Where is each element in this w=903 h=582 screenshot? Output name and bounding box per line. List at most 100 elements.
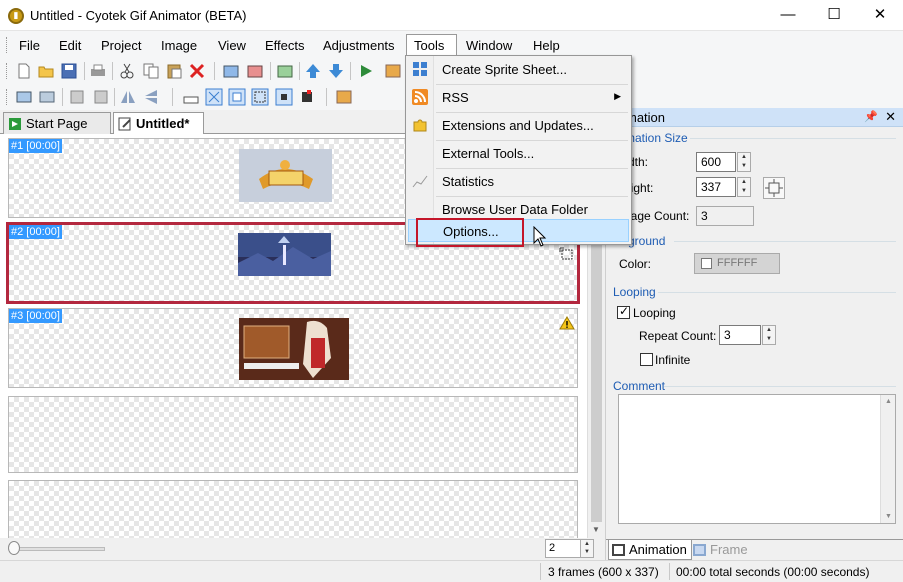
repeat-count-field[interactable]: 3 <box>719 325 761 345</box>
menu-item-label: Statistics <box>442 174 495 189</box>
toolbar-separator <box>112 62 113 80</box>
remove-image-icon[interactable] <box>246 62 264 80</box>
height-stepper-buttons[interactable]: ▲ ▼ <box>737 177 751 197</box>
crop-icon[interactable] <box>38 88 56 106</box>
fit-icon[interactable] <box>205 88 223 106</box>
width-value: 600 <box>701 155 722 169</box>
menu-item-external-tools[interactable]: External Tools... <box>408 141 629 165</box>
menubar-grip[interactable] <box>6 37 9 53</box>
comment-scrollbar[interactable]: ▲ ▼ <box>880 395 895 523</box>
cut-icon[interactable] <box>118 62 136 80</box>
zoom-stepper-buttons[interactable]: ▲ ▼ <box>580 539 594 558</box>
looping-checkbox[interactable]: ✓ <box>617 304 630 319</box>
infinite-checkbox[interactable] <box>640 353 653 366</box>
menu-edit[interactable]: Edit <box>52 35 88 57</box>
repeat-count-stepper-buttons[interactable]: ▲ ▼ <box>762 325 776 345</box>
menu-window[interactable]: Window <box>459 35 519 57</box>
color-picker-icon[interactable] <box>298 88 316 106</box>
tab-untitled[interactable]: Untitled* <box>113 112 204 135</box>
toolbar-grip[interactable] <box>6 89 9 105</box>
pin-icon[interactable]: 📌 <box>864 110 878 123</box>
save-icon[interactable] <box>60 62 78 80</box>
tools-menu: Create Sprite Sheet... RSS ▶ Extensions … <box>405 55 632 245</box>
zoom-slider-handle[interactable] <box>8 541 20 555</box>
frame-thumbnail <box>239 149 332 202</box>
tab-start-page[interactable]: Start Page <box>3 112 111 134</box>
delete-icon[interactable] <box>188 62 206 80</box>
add-frame-icon[interactable] <box>276 62 294 80</box>
menu-item-create-sprite-sheet[interactable]: Create Sprite Sheet... <box>408 57 629 81</box>
insert-image-icon[interactable] <box>222 62 240 80</box>
play-icon[interactable] <box>357 62 375 80</box>
zoom-value: 2 <box>549 542 556 554</box>
resize-icon[interactable] <box>15 88 33 106</box>
spin-up-icon[interactable]: ▲ <box>584 541 590 547</box>
scroll-down-icon[interactable]: ▼ <box>885 513 892 520</box>
toolbar-separator <box>326 88 327 106</box>
spin-down-icon[interactable]: ▼ <box>766 336 772 342</box>
sprite-sheet-icon <box>413 62 427 76</box>
move-down-icon[interactable] <box>327 62 345 80</box>
image-count-label: nage Count: <box>624 209 690 223</box>
new-file-icon[interactable] <box>15 62 33 80</box>
maximize-button[interactable]: ☐ <box>811 0 857 31</box>
copy-frame-icon[interactable] <box>68 88 86 106</box>
puzzle-icon <box>413 119 427 132</box>
image-count-field: 3 <box>696 206 754 226</box>
print-icon[interactable] <box>89 62 107 80</box>
toolbar-separator <box>62 88 63 106</box>
menu-item-rss[interactable]: RSS ▶ <box>408 85 629 109</box>
scroll-down-icon[interactable]: ▼ <box>592 525 600 534</box>
tab-animation[interactable]: Animation <box>608 540 692 560</box>
comment-textarea[interactable]: ▲ ▼ <box>618 394 896 524</box>
animation-properties-panel: mation 📌 ✕ mation Size dth: 600 ▲ ▼ eigh… <box>605 108 903 560</box>
minimize-button[interactable]: — <box>765 0 811 31</box>
background-color-picker[interactable]: FFFFFF <box>694 253 780 274</box>
warning-icon[interactable] <box>559 316 575 330</box>
open-folder-icon[interactable] <box>37 62 55 80</box>
zoom-slider-track[interactable] <box>10 547 105 551</box>
move-up-icon[interactable] <box>304 62 322 80</box>
menu-file[interactable]: File <box>12 35 47 57</box>
resize-frame-icon[interactable] <box>559 247 575 261</box>
paste-icon[interactable] <box>165 62 183 80</box>
menu-item-label: External Tools... <box>442 146 535 161</box>
aspect-ratio-lock-button[interactable] <box>763 177 785 199</box>
spin-down-icon[interactable]: ▼ <box>584 549 590 555</box>
selection-icon[interactable] <box>251 88 269 106</box>
frame-item-3[interactable]: #3 [00:00] <box>8 308 578 388</box>
close-button[interactable]: ✕ <box>857 0 903 31</box>
spin-down-icon[interactable]: ▼ <box>741 188 747 194</box>
spin-up-icon[interactable]: ▲ <box>766 327 772 333</box>
width-field[interactable]: 600 <box>696 152 736 172</box>
actual-size-icon[interactable] <box>228 88 246 106</box>
menu-adjustments[interactable]: Adjustments <box>316 35 402 57</box>
spin-up-icon[interactable]: ▲ <box>741 179 747 185</box>
menu-project[interactable]: Project <box>94 35 148 57</box>
menu-view[interactable]: View <box>211 35 253 57</box>
panel-close-icon[interactable]: ✕ <box>885 109 896 125</box>
document-edit-icon <box>118 117 131 131</box>
paste-frame-icon[interactable] <box>92 88 110 106</box>
center-icon[interactable] <box>275 88 293 106</box>
export-icon[interactable] <box>335 88 353 106</box>
spin-up-icon[interactable]: ▲ <box>741 154 747 160</box>
menu-help[interactable]: Help <box>526 35 567 57</box>
menu-item-extensions-and-updates[interactable]: Extensions and Updates... <box>408 113 629 137</box>
tab-frame[interactable]: Frame <box>690 540 752 560</box>
flip-vertical-icon[interactable] <box>142 88 160 106</box>
menu-item-statistics[interactable]: Statistics <box>408 169 629 193</box>
spin-down-icon[interactable]: ▼ <box>741 163 747 169</box>
scroll-up-icon[interactable]: ▲ <box>885 398 892 405</box>
color-label: Color: <box>619 257 652 271</box>
flip-horizontal-icon[interactable] <box>119 88 137 106</box>
height-field[interactable]: 337 <box>696 177 736 197</box>
border-icon[interactable] <box>182 88 200 106</box>
toolbar-grip[interactable] <box>6 63 9 79</box>
copy-icon[interactable] <box>142 62 160 80</box>
width-stepper-buttons[interactable]: ▲ ▼ <box>737 152 751 172</box>
menu-effects[interactable]: Effects <box>258 35 312 57</box>
menu-image[interactable]: Image <box>154 35 204 57</box>
preview-icon[interactable] <box>384 62 402 80</box>
tab-start-page-label: Start Page <box>26 116 88 131</box>
